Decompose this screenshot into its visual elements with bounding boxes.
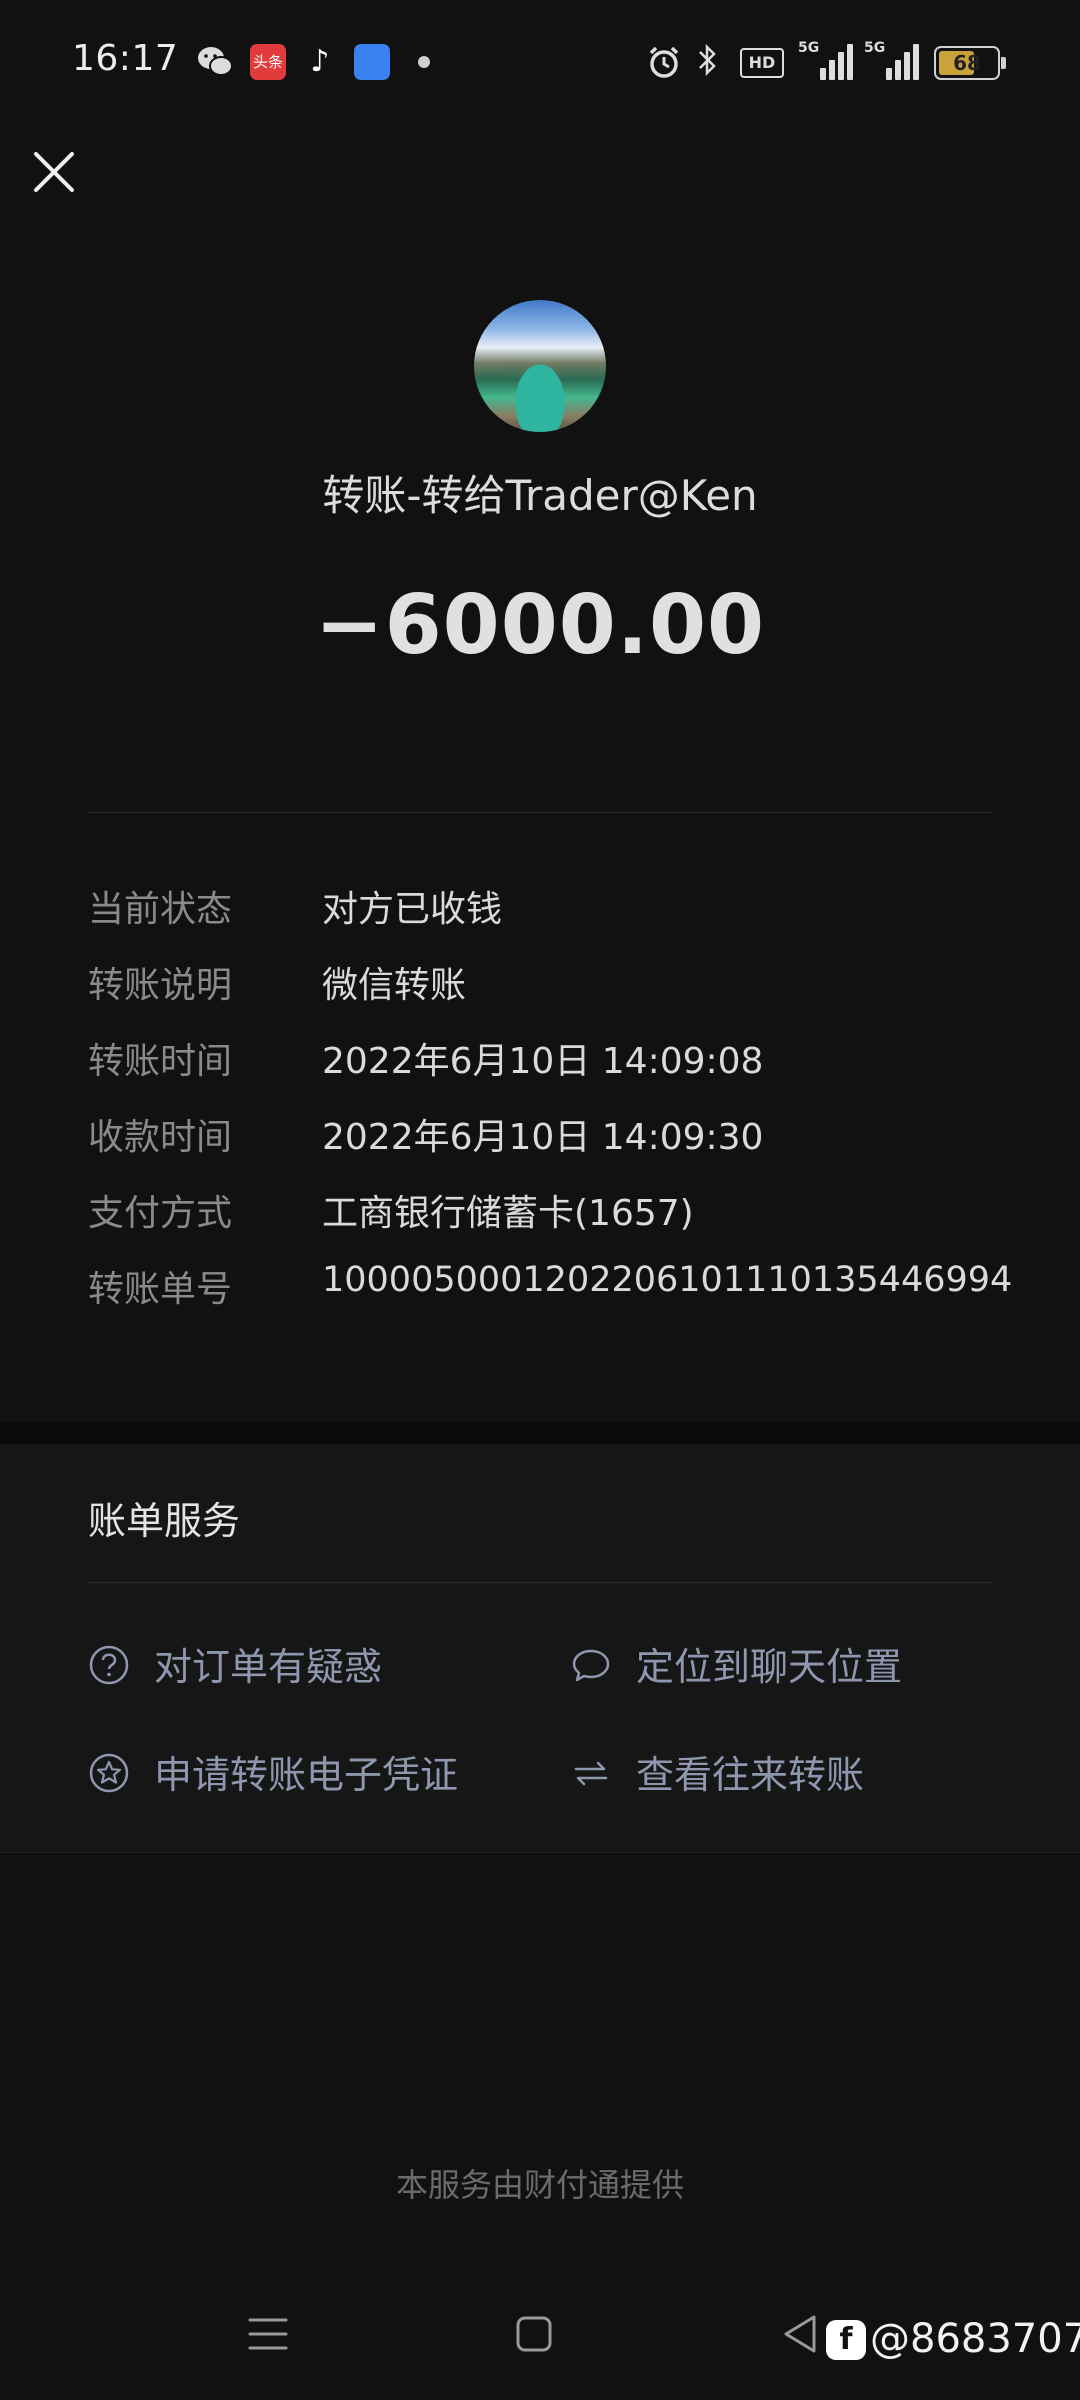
tiktok-icon: ♪ bbox=[310, 44, 330, 79]
detail-row-order-number: 转账单号 100005000120220610111013544699­4 bbox=[88, 1260, 1048, 1320]
provider-note: 本服务由财付通提供 bbox=[395, 2166, 684, 2204]
detail-row-transfer-time: 转账时间 2022年6月10日 14:09:08 bbox=[88, 1032, 1048, 1092]
menu-icon[interactable] bbox=[246, 2314, 290, 2354]
service-label: 申请转账电子凭证 bbox=[154, 1753, 459, 1797]
dot-icon bbox=[418, 56, 430, 68]
detail-row-receive-time: 收款时间 2022年6月10日 14:09:30 bbox=[88, 1108, 1048, 1168]
wechat-icon bbox=[198, 47, 233, 76]
detail-value: 2022年6月10日 14:09:08 bbox=[322, 1041, 764, 1082]
detail-row-payment-method: 支付方式 工商银行储蓄卡(1657) bbox=[88, 1184, 1048, 1244]
swap-arrows-icon bbox=[574, 1761, 608, 1786]
detail-label: 转账单号 bbox=[88, 1269, 233, 1310]
locate-chat-button[interactable]: 定位到聊天位置 bbox=[570, 1636, 990, 1696]
battery-level-text: 68 bbox=[953, 51, 981, 75]
watermark-logo-icon: f bbox=[826, 2320, 866, 2360]
detail-value: 2022年6月10日 14:09:30 bbox=[322, 1117, 764, 1158]
page-title: 转账-转给Trader@Ken bbox=[322, 471, 758, 520]
section-title: 账单服务 bbox=[88, 1499, 241, 1543]
divider bbox=[88, 1582, 992, 1583]
avatar[interactable] bbox=[474, 300, 606, 432]
order-question-button[interactable]: 对订单有疑惑 bbox=[88, 1636, 488, 1696]
detail-label: 转账说明 bbox=[88, 965, 233, 1006]
service-label: 查看往来转账 bbox=[636, 1753, 865, 1797]
section-separator bbox=[0, 1422, 1080, 1444]
blue-app-icon bbox=[354, 44, 390, 80]
status-time: 16:17 bbox=[72, 38, 179, 79]
star-badge-icon bbox=[89, 1753, 129, 1793]
toutiao-icon: 头条 bbox=[250, 44, 286, 80]
detail-label: 当前状态 bbox=[88, 889, 233, 930]
detail-value[interactable]: 100005000120220610111013544699­4 bbox=[322, 1260, 1012, 1300]
question-icon bbox=[89, 1645, 129, 1685]
detail-label: 收款时间 bbox=[88, 1117, 233, 1158]
battery-icon: 68 bbox=[934, 46, 1006, 80]
detail-label: 转账时间 bbox=[88, 1041, 233, 1082]
detail-row-status: 当前状态 对方已收钱 bbox=[88, 880, 1048, 940]
detail-row-note: 转账说明 微信转账 bbox=[88, 956, 1048, 1016]
home-square-icon[interactable] bbox=[514, 2314, 554, 2354]
service-label: 定位到聊天位置 bbox=[636, 1645, 903, 1689]
signal-icon: 5G bbox=[798, 40, 853, 80]
watermark-text: @8683707 bbox=[870, 2316, 1080, 2362]
detail-value: 微信转账 bbox=[322, 965, 467, 1006]
close-icon[interactable] bbox=[26, 144, 82, 200]
signal-icon: 5G bbox=[864, 40, 919, 80]
bluetooth-icon bbox=[699, 43, 716, 77]
detail-label: 支付方式 bbox=[88, 1193, 233, 1234]
divider bbox=[88, 812, 992, 813]
e-receipt-button[interactable]: 申请转账电子凭证 bbox=[88, 1744, 528, 1804]
back-triangle-icon[interactable] bbox=[780, 2312, 820, 2356]
detail-value: 工商银行储蓄卡(1657) bbox=[322, 1193, 694, 1234]
view-transfers-button[interactable]: 查看往来转账 bbox=[570, 1744, 990, 1804]
transfer-amount: −6000.00 bbox=[314, 578, 766, 673]
chat-bubble-icon bbox=[572, 1649, 610, 1682]
detail-value: 对方已收钱 bbox=[322, 889, 503, 930]
status-bar: 16:17 头条 ♪ HD 5G 5G 68 bbox=[0, 0, 1080, 120]
service-label: 对订单有疑惑 bbox=[154, 1645, 383, 1689]
alarm-icon bbox=[649, 46, 679, 78]
hd-icon: HD bbox=[740, 48, 784, 78]
